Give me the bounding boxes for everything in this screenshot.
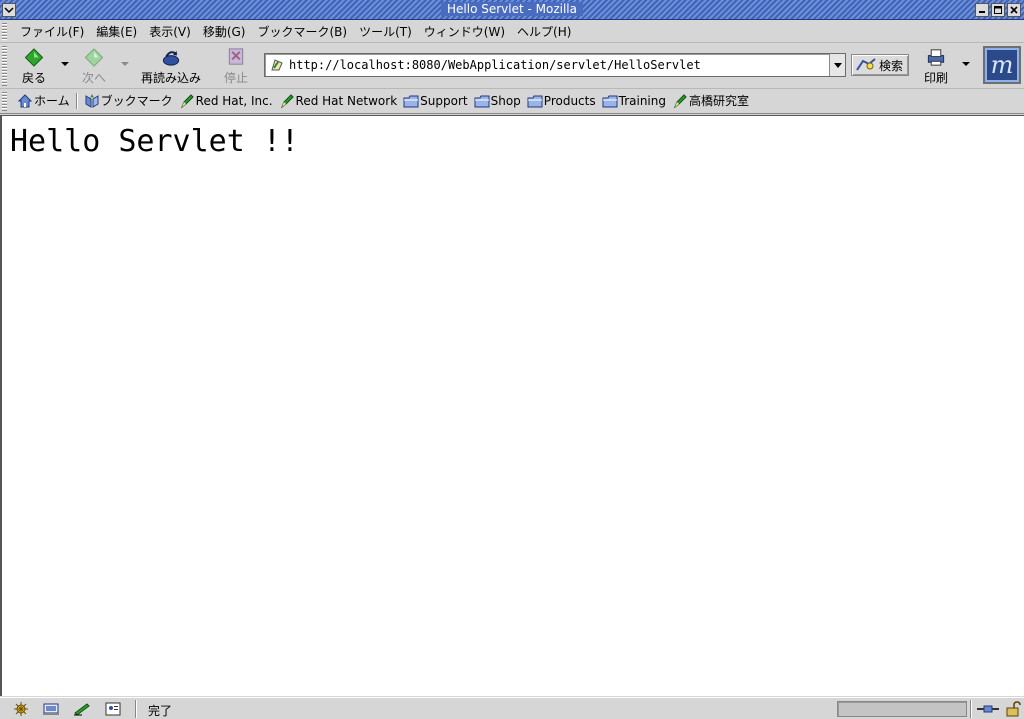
home-icon <box>17 94 33 108</box>
mozilla-logo-icon[interactable]: m <box>983 46 1021 84</box>
bookmark-label: Red Hat, Inc. <box>195 94 273 108</box>
composer-icon[interactable] <box>73 701 91 717</box>
back-label: 戻る <box>21 71 46 85</box>
bookmark-pen-icon <box>280 94 294 109</box>
mail-icon[interactable] <box>42 701 60 717</box>
menu-file[interactable]: ファイル(F) <box>14 24 90 40</box>
menu-bookmarks[interactable]: ブックマーク(B) <box>251 24 353 40</box>
url-bar[interactable] <box>264 53 846 77</box>
bookmark-red-hat-network[interactable]: Red Hat Network <box>276 93 401 109</box>
menu-help[interactable]: ヘルプ(H) <box>511 24 577 40</box>
printer-icon <box>927 49 945 66</box>
reload-icon <box>162 50 180 66</box>
chevron-down-icon <box>833 62 842 68</box>
home-label: ホーム <box>34 94 70 108</box>
back-history-dropdown[interactable] <box>61 62 69 66</box>
folder-icon <box>474 95 490 108</box>
forward-label: 次へ <box>81 71 106 85</box>
minimize-icon <box>979 11 985 13</box>
menu-tools[interactable]: ツール(T) <box>353 24 418 40</box>
status-separator <box>970 700 972 718</box>
online-status-icon[interactable] <box>976 701 1000 717</box>
stop-icon <box>228 48 244 65</box>
bookmark-label: Shop <box>490 94 521 108</box>
stop-button[interactable]: 停止 <box>218 46 254 86</box>
print-label: 印刷 <box>923 71 948 85</box>
url-history-dropdown[interactable] <box>829 54 845 76</box>
window-title: Hello Servlet - Mozilla <box>441 2 583 16</box>
toolbar-grip[interactable] <box>2 92 7 111</box>
menu-view[interactable]: 表示(V) <box>143 24 197 40</box>
personal-toolbar: ホーム ブックマーク Red Hat, Inc. Red Hat Network <box>0 89 1024 114</box>
bookmark-red-hat-inc[interactable]: Red Hat, Inc. <box>176 93 276 109</box>
bookmark-label: Training <box>618 94 666 108</box>
back-button[interactable]: 戻る <box>16 46 52 86</box>
forward-button[interactable]: 次へ <box>76 46 112 86</box>
bookmark-folder-shop[interactable]: Shop <box>471 93 524 109</box>
status-bar: 完了 <box>0 697 1024 719</box>
maximize-icon <box>994 6 1002 14</box>
print-button[interactable]: 印刷 <box>918 46 954 86</box>
forward-history-dropdown[interactable] <box>121 62 129 66</box>
toolbar-separator <box>75 93 78 109</box>
search-button[interactable]: 検索 <box>851 54 909 76</box>
toolbar-grip[interactable] <box>2 23 7 41</box>
folder-icon <box>602 95 618 108</box>
status-separator <box>135 700 137 718</box>
bookmarks-label: ブックマーク <box>100 94 173 108</box>
bookmark-folder-training[interactable]: Training <box>599 93 669 109</box>
folder-icon <box>527 95 543 108</box>
folder-icon <box>403 95 419 108</box>
print-dropdown[interactable] <box>962 62 970 66</box>
home-button[interactable]: ホーム <box>14 93 73 109</box>
bookmark-folder-support[interactable]: Support <box>400 93 470 109</box>
page-heading: Hello Servlet !! <box>10 124 299 159</box>
page-content[interactable]: Hello Servlet !! <box>0 115 1024 696</box>
maximize-button[interactable] <box>991 3 1005 17</box>
bookmarks-icon <box>85 94 99 108</box>
progress-bar <box>837 701 967 717</box>
browser-window: Hello Servlet - Mozilla ファイル(F) 編集(E) 表示… <box>0 0 1024 719</box>
menu-edit[interactable]: 編集(E) <box>90 24 143 40</box>
title-bar[interactable]: Hello Servlet - Mozilla <box>0 0 1024 20</box>
forward-arrow-icon <box>84 48 104 67</box>
bookmarks-button[interactable]: ブックマーク <box>81 93 176 109</box>
bookmark-takahashi-lab[interactable]: 高橋研究室 <box>669 93 752 109</box>
bookmark-pen-icon <box>180 94 194 109</box>
menu-window[interactable]: ウィンドウ(W) <box>418 24 511 40</box>
toolbar-grip[interactable] <box>2 46 7 86</box>
security-lock-icon[interactable] <box>1004 701 1022 717</box>
close-button[interactable] <box>1007 3 1021 17</box>
url-input[interactable] <box>289 56 827 74</box>
address-book-icon[interactable] <box>104 701 122 717</box>
reload-label: 再読み込み <box>140 71 201 85</box>
search-label: 検索 <box>879 58 904 73</box>
bookmark-label: Products <box>543 94 596 108</box>
minimize-button[interactable] <box>975 3 989 17</box>
reload-button[interactable]: 再読み込み <box>136 46 206 86</box>
menu-go[interactable]: 移動(G) <box>197 24 252 40</box>
status-text: 完了 <box>148 704 173 718</box>
bookmark-label: Red Hat Network <box>295 94 398 108</box>
search-icon <box>856 58 876 71</box>
bookmark-pen-icon <box>673 94 687 109</box>
page-proxy-icon <box>271 59 283 71</box>
menu-bar: ファイル(F) 編集(E) 表示(V) 移動(G) ブックマーク(B) ツール(… <box>0 21 1024 43</box>
bookmark-label: 高橋研究室 <box>688 94 749 108</box>
bookmark-folder-products[interactable]: Products <box>524 93 599 109</box>
stop-label: 停止 <box>223 71 248 85</box>
back-arrow-icon <box>24 48 44 67</box>
bookmark-label: Support <box>420 94 468 108</box>
close-icon <box>1010 6 1018 14</box>
navigator-icon[interactable] <box>12 701 30 717</box>
